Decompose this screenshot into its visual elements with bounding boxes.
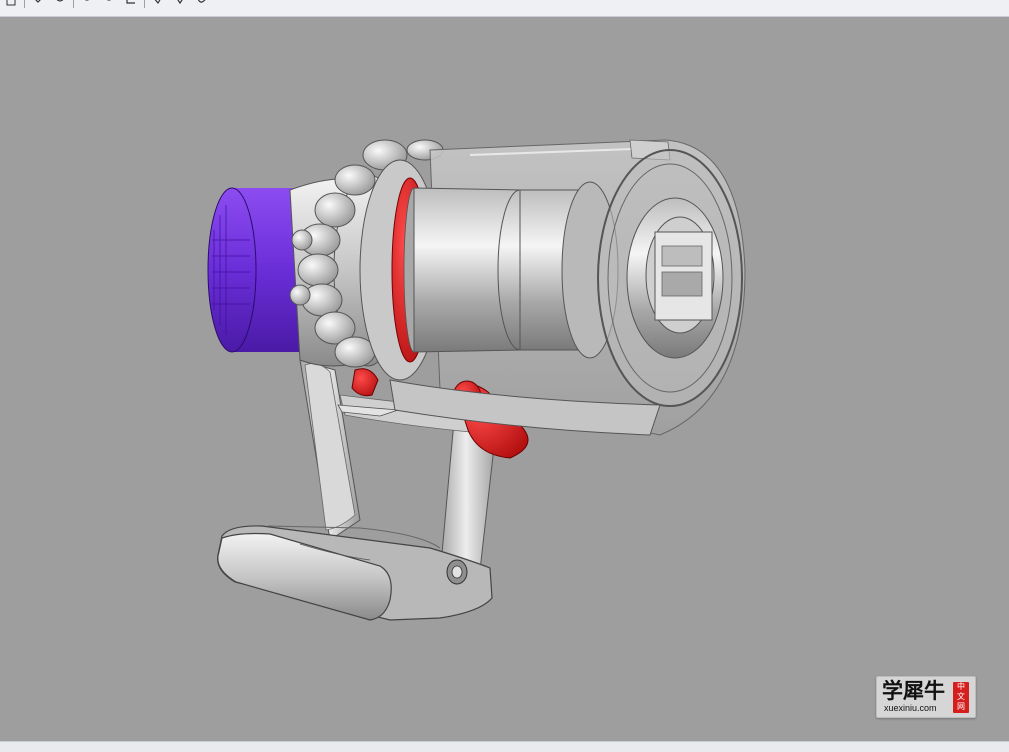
watermark-logo: 学犀牛 xuexiniu.com 中 文 网 — [876, 676, 976, 718]
vacuum-model[interactable] — [0, 17, 1009, 741]
status-bar — [0, 741, 1009, 752]
toolbar-separator — [73, 0, 74, 8]
toolbar-button-fit[interactable] — [120, 0, 142, 8]
toolbar-button-rotate[interactable] — [49, 0, 71, 8]
rotate-icon — [56, 0, 64, 2]
view-cube-icon — [6, 0, 16, 6]
toolbar-button-zoom[interactable] — [76, 0, 98, 8]
3d-viewport[interactable] — [0, 17, 1009, 741]
pan-icon — [107, 0, 111, 1]
toolbar-button-orbit[interactable] — [27, 0, 49, 8]
fit-icon — [126, 0, 135, 4]
watermark-seal: 中 文 网 — [953, 682, 969, 713]
toolbar-button-section[interactable] — [191, 0, 213, 8]
toolbar-button-select[interactable] — [169, 0, 191, 8]
seal-char: 网 — [957, 702, 965, 711]
seal-char: 中 — [957, 682, 965, 691]
zoom-icon — [85, 0, 89, 1]
shroud — [359, 159, 619, 381]
filter-cap — [207, 187, 300, 353]
bin-rim — [597, 149, 743, 407]
toolbar — [0, 0, 1009, 17]
toolbar-separator — [24, 0, 25, 8]
section-icon — [197, 0, 206, 3]
seal-char: 文 — [957, 692, 965, 701]
toolbar-button-view[interactable] — [0, 0, 22, 8]
toolbar-button-measure[interactable] — [147, 0, 169, 8]
watermark-url: xuexiniu.com — [884, 703, 937, 713]
measure-icon — [154, 0, 161, 5]
orbit-icon — [35, 0, 41, 3]
toolbar-separator — [144, 0, 145, 8]
select-icon — [177, 0, 183, 5]
watermark-title: 学犀牛 — [882, 678, 945, 703]
toolbar-button-pan[interactable] — [98, 0, 120, 8]
